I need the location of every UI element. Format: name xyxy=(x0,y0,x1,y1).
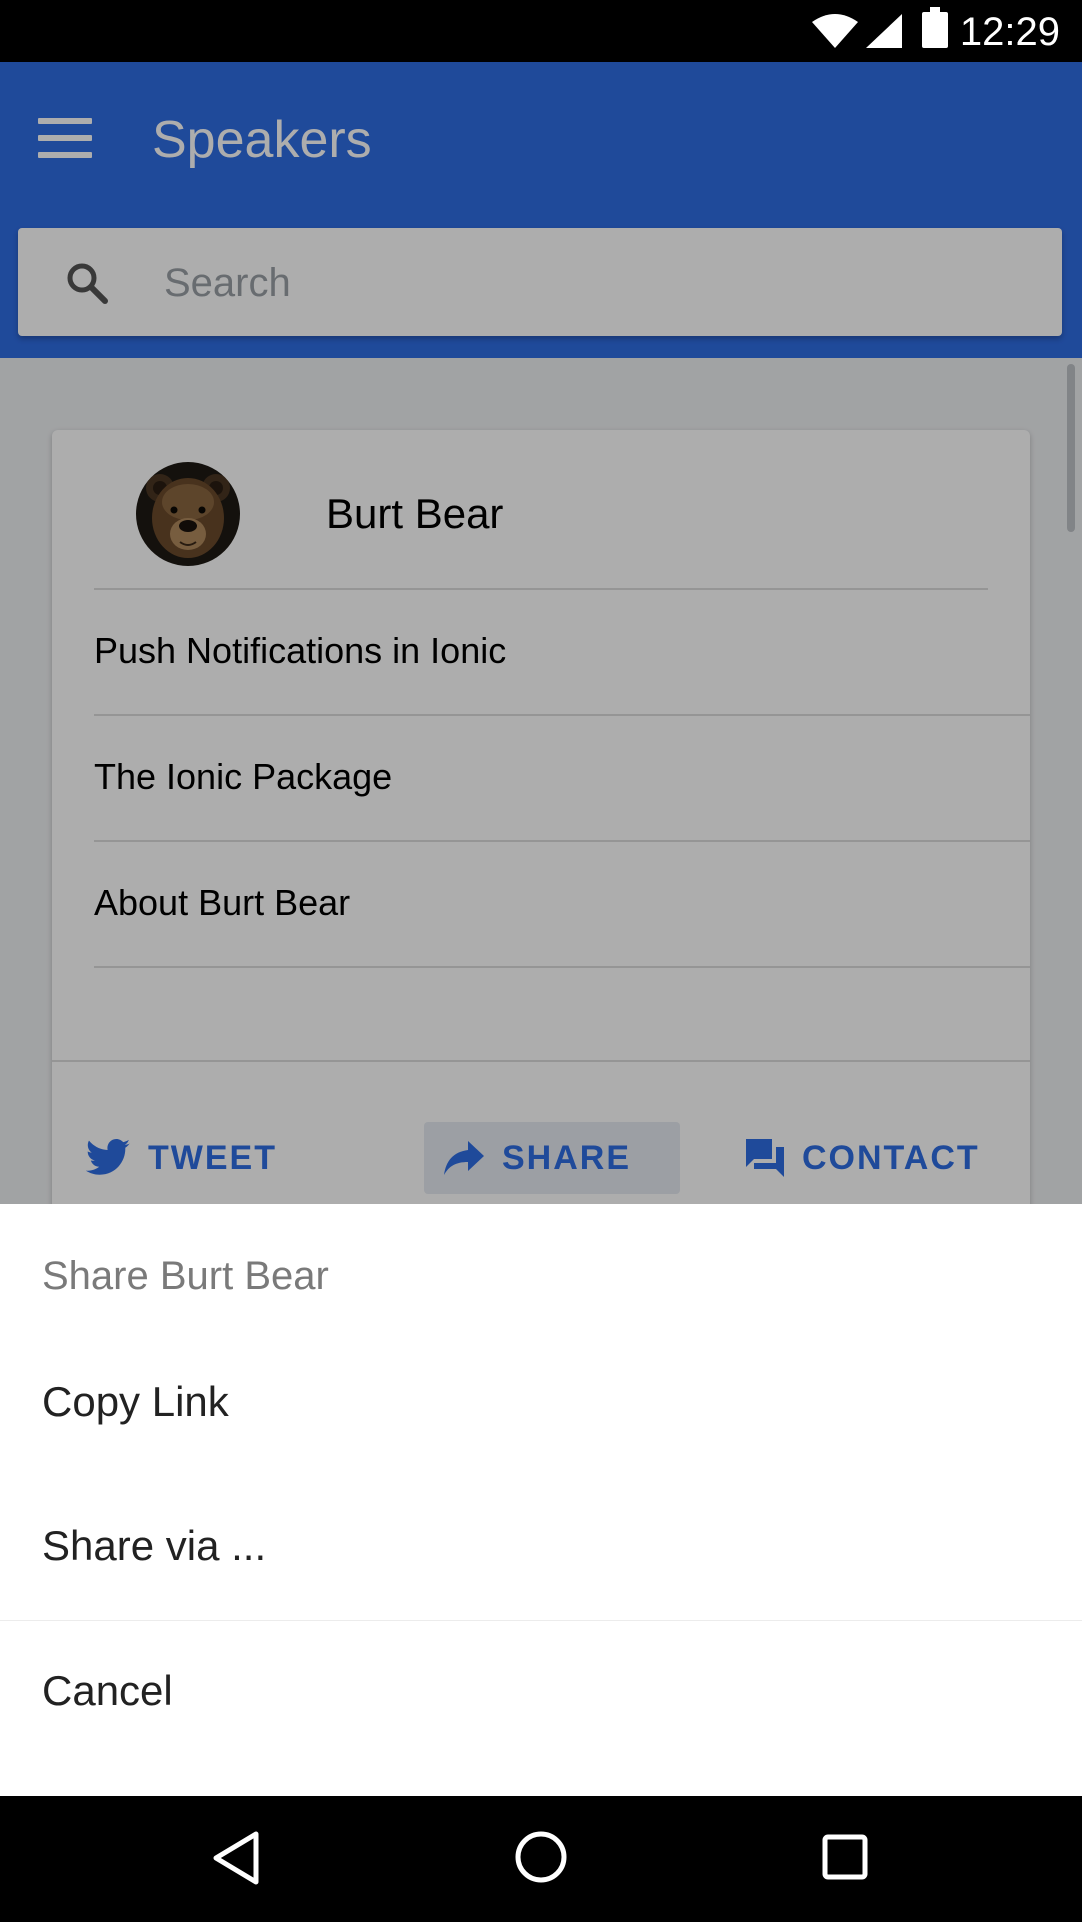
status-time: 12:29 xyxy=(959,10,1060,54)
battery-icon xyxy=(922,7,948,48)
copy-link-button[interactable]: Copy Link xyxy=(0,1332,1082,1476)
action-sheet-title: Share Burt Bear xyxy=(42,1254,329,1298)
home-icon[interactable] xyxy=(514,1830,568,1884)
app-content: Speakers Search Burt Bear Push Notificat… xyxy=(0,62,1082,1204)
wifi-icon xyxy=(812,14,858,48)
share-via-label: Share via ... xyxy=(42,1522,267,1569)
cancel-label: Cancel xyxy=(42,1667,173,1714)
recents-icon[interactable] xyxy=(822,1834,868,1880)
action-sheet: Share Burt Bear Copy Link Share via ... … xyxy=(0,1204,1082,1796)
copy-link-label: Copy Link xyxy=(42,1378,229,1425)
share-via-button[interactable]: Share via ... xyxy=(0,1476,1082,1621)
cancel-button[interactable]: Cancel xyxy=(0,1621,1082,1765)
navigation-bar xyxy=(0,1796,1082,1922)
signal-icon xyxy=(866,14,902,48)
action-sheet-backdrop[interactable] xyxy=(0,62,1082,1204)
back-icon[interactable] xyxy=(210,1830,262,1886)
status-bar: 12:29 xyxy=(0,0,1082,62)
